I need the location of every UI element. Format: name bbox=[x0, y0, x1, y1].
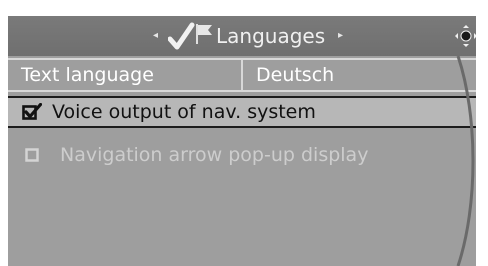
setting-divider bbox=[8, 90, 476, 92]
selection-border-bottom bbox=[8, 126, 476, 128]
check-flag-icon bbox=[168, 22, 212, 50]
scroll-left-arrow-icon[interactable]: ◂ bbox=[153, 28, 158, 44]
navigation-arrow-popup-label: Navigation arrow pop-up display bbox=[60, 144, 369, 166]
voice-output-label: Voice output of nav. system bbox=[52, 101, 316, 123]
scroll-right-arrow-icon[interactable]: ▸ bbox=[338, 28, 343, 44]
controller-icon[interactable] bbox=[454, 24, 476, 48]
checkbox-unchecked-icon[interactable] bbox=[25, 148, 39, 162]
title-bar: ◂ Languages ▸ bbox=[8, 16, 476, 56]
menu-item-voice-output[interactable]: Voice output of nav. system bbox=[8, 96, 476, 128]
idrive-screen: ◂ Languages ▸ Text language Deutsch Voic… bbox=[8, 16, 476, 266]
checkbox-checked-icon[interactable] bbox=[22, 103, 42, 121]
side-panel-curve bbox=[456, 56, 475, 266]
text-language-value[interactable]: Deutsch bbox=[256, 62, 334, 88]
setting-column-divider bbox=[241, 60, 243, 90]
text-language-label: Text language bbox=[21, 64, 154, 86]
page-title: Languages bbox=[216, 24, 326, 48]
selection-border-top bbox=[8, 96, 476, 98]
menu-item-navigation-arrow-popup[interactable]: Navigation arrow pop-up display bbox=[8, 142, 476, 172]
text-language-row[interactable]: Text language Deutsch bbox=[8, 60, 476, 90]
